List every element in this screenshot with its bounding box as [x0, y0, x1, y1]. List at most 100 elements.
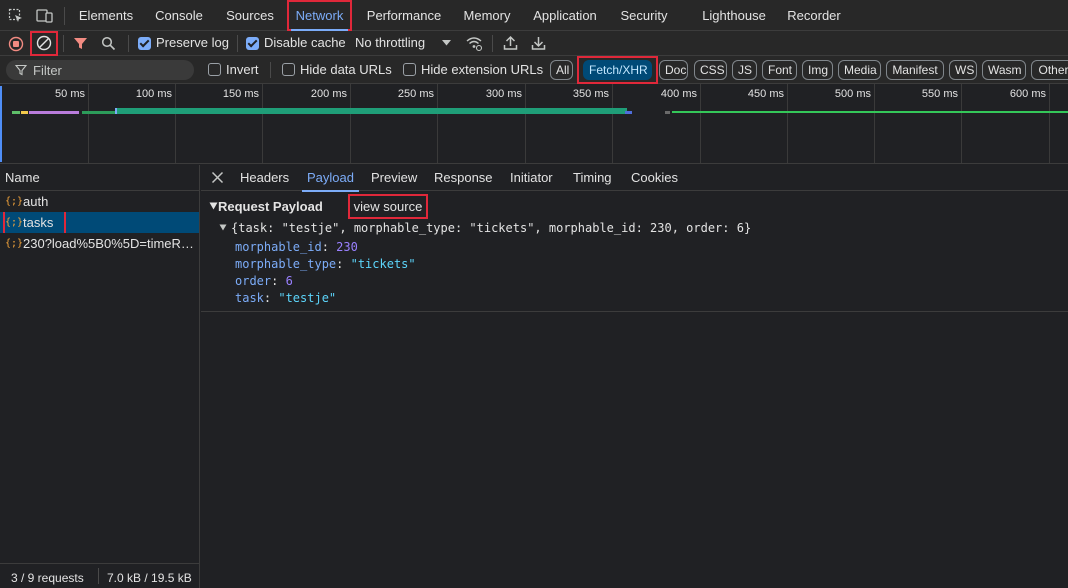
toolbar-divider: [237, 35, 238, 52]
timeline-gridline: [961, 84, 962, 163]
timeline-bar: [115, 108, 627, 114]
timeline-gridline: [787, 84, 788, 163]
timeline-tick-label: 500 ms: [834, 88, 871, 100]
export-har-icon[interactable]: [531, 35, 546, 51]
tab-timing[interactable]: Timing: [573, 165, 612, 191]
filter-type-doc[interactable]: Doc: [659, 60, 688, 80]
throttling-select[interactable]: No throttling: [355, 35, 425, 50]
hide-extension-urls-label: Hide extension URLs: [421, 62, 544, 77]
filter-type-wasm[interactable]: Wasm: [982, 60, 1026, 80]
status-divider: [98, 568, 99, 584]
tab-headers[interactable]: Headers: [240, 165, 289, 191]
tab-performance[interactable]: Performance: [362, 0, 446, 31]
tab-security[interactable]: Security: [614, 0, 674, 31]
filter-type-css[interactable]: CSS: [694, 60, 727, 80]
clear-icon: [36, 35, 52, 51]
timeline-gridline: [874, 84, 875, 163]
network-overview[interactable]: 50 ms 100 ms 150 ms 200 ms 250 ms 300 ms…: [0, 84, 1068, 164]
timeline-bar: [625, 111, 632, 114]
tab-initiator[interactable]: Initiator: [510, 165, 553, 191]
expand-triangle-icon[interactable]: [219, 224, 227, 231]
section-title: Request Payload: [218, 199, 323, 214]
toolbar-divider: [64, 7, 65, 25]
hide-data-urls-checkbox[interactable]: [282, 63, 295, 76]
clear-button[interactable]: [30, 31, 58, 56]
request-row-tasks[interactable]: {;} tasks: [0, 212, 199, 233]
field-colon: :: [271, 274, 286, 288]
detail-tab-bar: Headers Payload Preview Response Initiat…: [201, 165, 1068, 192]
record-stop-icon[interactable]: [8, 36, 24, 52]
tab-preview[interactable]: Preview: [371, 165, 417, 191]
timeline-bar: [665, 111, 670, 114]
tab-elements[interactable]: Elements: [76, 0, 136, 31]
payload-field-row: morphable_id: 230: [235, 240, 358, 254]
tab-response[interactable]: Response: [434, 165, 493, 191]
request-row-230[interactable]: {;} 230?load%5B0%5D=timeRe...: [0, 233, 199, 254]
tab-payload[interactable]: Payload: [302, 165, 359, 192]
device-toolbar-icon[interactable]: [36, 8, 54, 24]
filter-icon[interactable]: [73, 36, 88, 51]
field-colon: :: [336, 257, 351, 271]
network-toolbar: Preserve log Disable cache No throttling: [0, 31, 1068, 56]
field-value: 230: [336, 240, 358, 254]
filter-type-manifest[interactable]: Manifest: [886, 60, 944, 80]
timeline-bar: [115, 108, 117, 114]
filter-type-other[interactable]: Other: [1031, 60, 1068, 80]
filter-type-js[interactable]: JS: [732, 60, 757, 80]
timeline-tick-label: 350 ms: [572, 88, 609, 100]
preserve-log-checkbox[interactable]: [138, 37, 151, 50]
request-details: Headers Payload Preview Response Initiat…: [201, 165, 1068, 588]
import-har-icon[interactable]: [503, 35, 518, 51]
hide-extension-urls-checkbox[interactable]: [403, 63, 416, 76]
filter-input[interactable]: [6, 60, 194, 80]
view-source-button[interactable]: view source: [348, 194, 428, 219]
filter-type-img[interactable]: Img: [802, 60, 833, 80]
filter-type-media[interactable]: Media: [838, 60, 881, 80]
timeline-bar: [12, 111, 20, 114]
timeline-tick-label: 450 ms: [747, 88, 784, 100]
timeline-gridline: [1049, 84, 1050, 163]
filter-funnel-icon: [15, 64, 27, 76]
tab-network[interactable]: Network: [287, 0, 352, 31]
expand-triangle-icon[interactable]: [209, 202, 218, 210]
preserve-log-label: Preserve log: [156, 35, 229, 50]
filter-type-ws[interactable]: WS: [949, 60, 977, 80]
timeline-gridline: [175, 84, 176, 163]
request-count: 3 / 9 requests: [11, 571, 84, 585]
request-list: Name {;} auth {;} tasks {;} 230?load%5B0…: [0, 165, 200, 588]
tab-console[interactable]: Console: [150, 0, 208, 31]
disable-cache-checkbox[interactable]: [246, 37, 259, 50]
request-payload-section: Request Payload view source {task: "test…: [201, 191, 1068, 312]
tab-application[interactable]: Application: [528, 0, 602, 31]
payload-field-row: order: 6: [235, 274, 293, 288]
xhr-icon: {;}: [5, 217, 24, 228]
select-element-icon[interactable]: [8, 8, 24, 24]
invert-label: Invert: [226, 62, 259, 77]
timeline-marker: [0, 86, 2, 162]
field-key: morphable_type: [235, 257, 337, 271]
network-conditions-icon[interactable]: [465, 35, 483, 52]
payload-summary[interactable]: {task: "testje", morphable_type: "ticket…: [231, 221, 751, 235]
search-icon[interactable]: [101, 36, 116, 51]
invert-checkbox[interactable]: [208, 63, 221, 76]
filter-type-font[interactable]: Font: [762, 60, 797, 80]
timeline-gridline: [525, 84, 526, 163]
timeline-tick-label: 50 ms: [55, 88, 85, 100]
timeline-gridline: [88, 84, 89, 163]
tab-memory[interactable]: Memory: [458, 0, 516, 31]
tab-cookies[interactable]: Cookies: [631, 165, 678, 191]
name-column-header[interactable]: Name: [0, 165, 200, 191]
close-icon[interactable]: [211, 171, 224, 184]
toolbar-divider: [128, 35, 129, 52]
filter-divider: [270, 62, 271, 78]
xhr-icon: {;}: [5, 238, 24, 249]
tab-recorder[interactable]: Recorder: [783, 0, 845, 31]
request-row-auth[interactable]: {;} auth: [0, 191, 199, 212]
tab-sources[interactable]: Sources: [222, 0, 278, 31]
filter-type-fetch-xhr[interactable]: Fetch/XHR: [583, 60, 652, 80]
field-value: 6: [285, 274, 293, 288]
tab-lighthouse[interactable]: Lighthouse: [697, 0, 771, 31]
filter-type-all[interactable]: All: [550, 60, 573, 80]
payload-field-row: task: "testje": [235, 291, 336, 305]
field-key: morphable_id: [235, 240, 322, 254]
